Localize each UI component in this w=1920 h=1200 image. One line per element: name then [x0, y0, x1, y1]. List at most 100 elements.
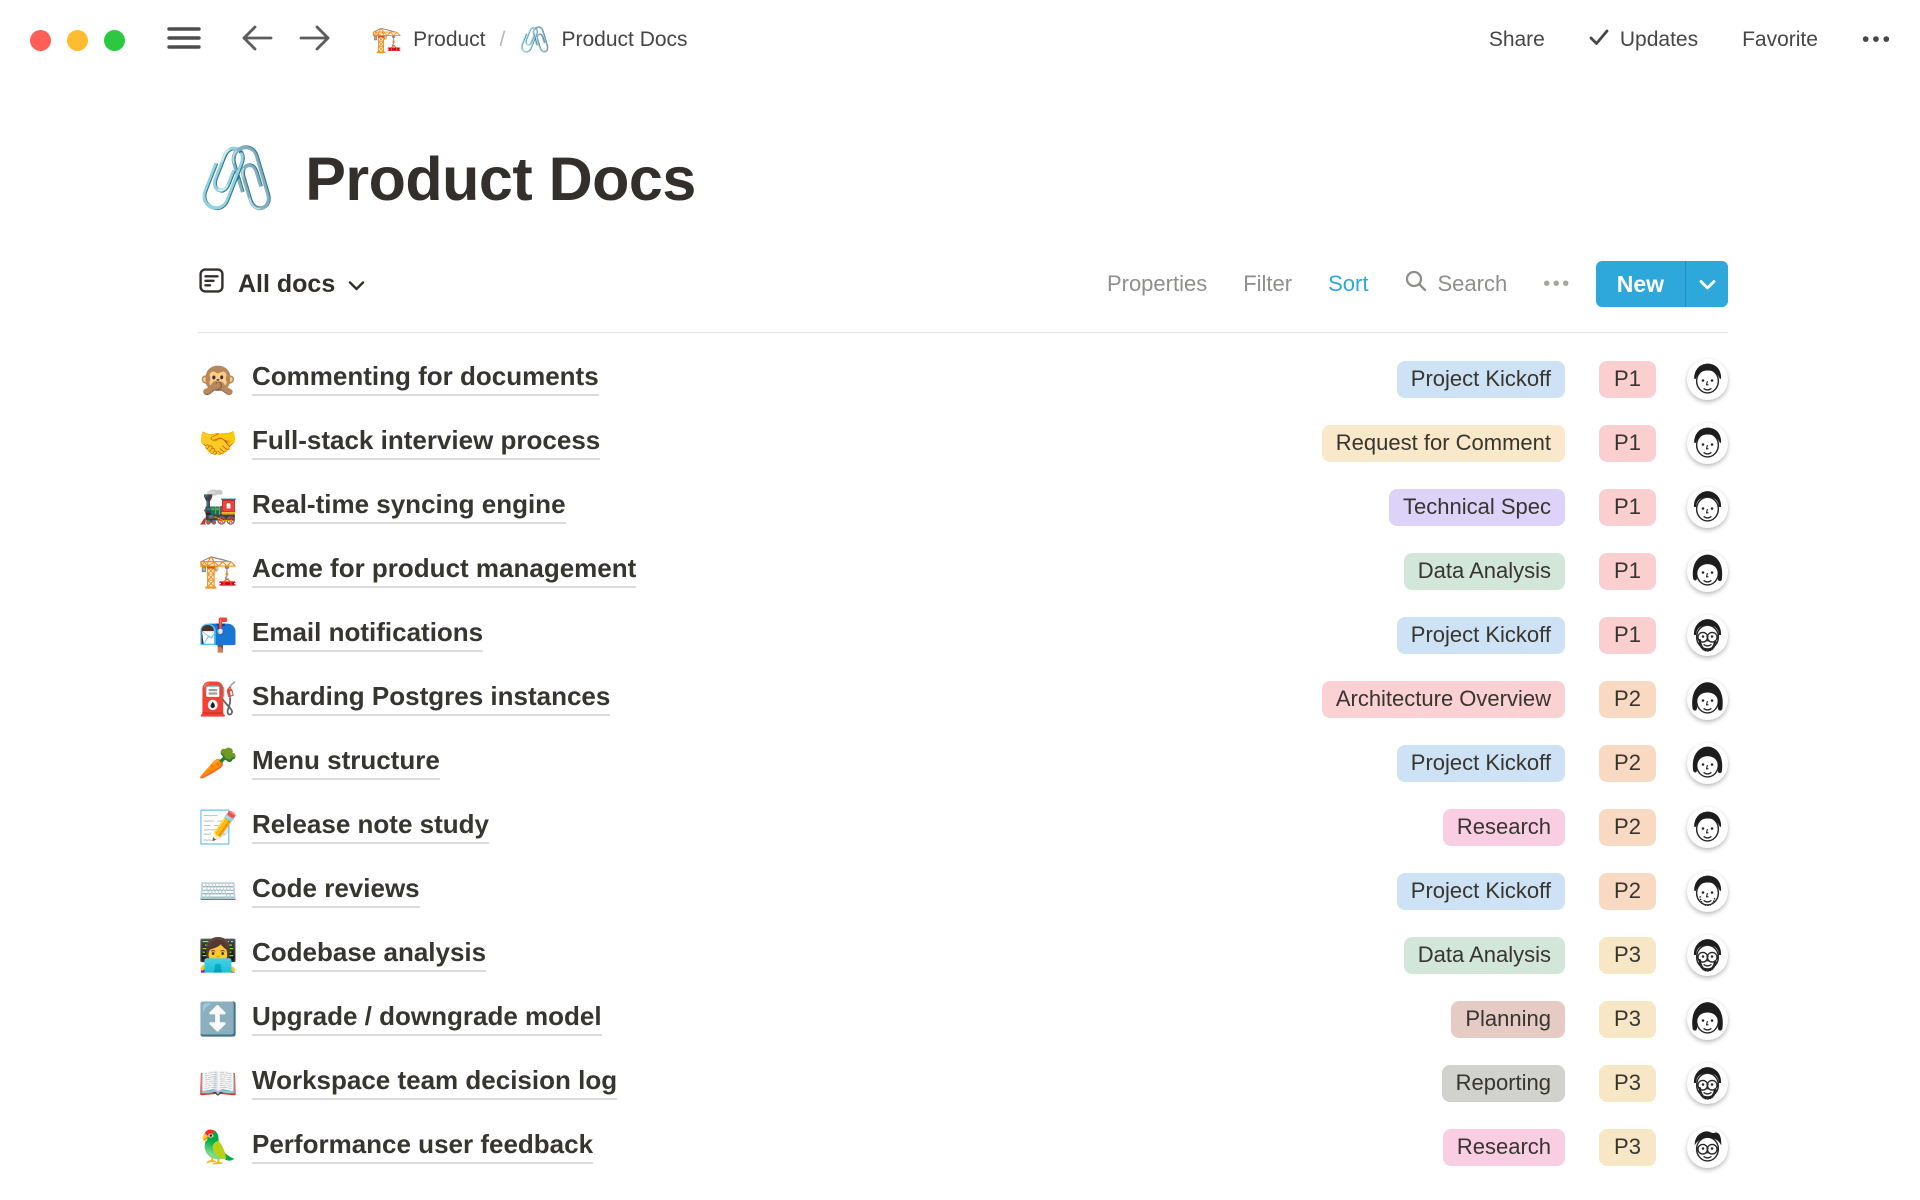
assignee-avatar-woman-side-part[interactable] — [1687, 551, 1728, 592]
doc-title-link[interactable]: Upgrade / downgrade model — [252, 1002, 602, 1037]
share-button[interactable]: Share — [1489, 28, 1545, 52]
window-more-button[interactable]: ••• — [1862, 28, 1893, 52]
properties-button[interactable]: Properties — [1107, 271, 1207, 297]
favorite-button[interactable]: Favorite — [1742, 28, 1818, 52]
assignee-avatar-man-dark-hair[interactable] — [1687, 423, 1728, 464]
doc-row[interactable]: ↕️ Upgrade / downgrade model Planning P3 — [198, 987, 1728, 1051]
back-arrow-icon — [241, 24, 273, 57]
assignee-avatar-man-glasses-quiff[interactable] — [1687, 1127, 1728, 1168]
doc-type-tag[interactable]: Research — [1443, 1129, 1565, 1166]
doc-type-tag[interactable]: Project Kickoff — [1397, 745, 1565, 782]
toolbar-more-button[interactable]: ••• — [1543, 273, 1572, 296]
doc-title-link[interactable]: Workspace team decision log — [252, 1066, 617, 1101]
doc-row[interactable]: 🤝 Full-stack interview process Request f… — [198, 411, 1728, 475]
doc-type-tag[interactable]: Request for Comment — [1322, 425, 1565, 462]
doc-row[interactable]: 🦜 Performance user feedback Research P3 — [198, 1115, 1728, 1179]
doc-row[interactable]: 📖 Workspace team decision log Reporting … — [198, 1051, 1728, 1115]
priority-badge[interactable]: P1 — [1599, 553, 1656, 590]
page-title[interactable]: Product Docs — [305, 144, 696, 214]
priority-badge[interactable]: P2 — [1599, 745, 1656, 782]
doc-row[interactable]: 🚂 Real-time syncing engine Technical Spe… — [198, 475, 1728, 539]
doc-type-tag[interactable]: Research — [1443, 809, 1565, 846]
paperclips-emoji-icon: 🖇️ — [519, 28, 550, 53]
doc-row[interactable]: ⌨️ Code reviews Project Kickoff P2 — [198, 859, 1728, 923]
doc-type-tag[interactable]: Project Kickoff — [1397, 361, 1565, 398]
breadcrumb: 🏗️ Product / 🖇️ Product Docs — [371, 28, 688, 53]
close-window-button[interactable] — [30, 30, 51, 51]
view-switcher-label: All docs — [238, 270, 335, 299]
priority-badge[interactable]: P3 — [1599, 1065, 1656, 1102]
doc-title-link[interactable]: Real-time syncing engine — [252, 490, 566, 525]
new-dropdown-button[interactable] — [1686, 261, 1728, 307]
assignee-avatar-woman-bob[interactable] — [1687, 679, 1728, 720]
doc-type-tag[interactable]: Architecture Overview — [1322, 681, 1565, 718]
priority-badge[interactable]: P3 — [1599, 1001, 1656, 1038]
assignee-avatar-man-stubble[interactable] — [1687, 871, 1728, 912]
priority-badge[interactable]: P1 — [1599, 425, 1656, 462]
doc-type-tag[interactable]: Reporting — [1442, 1065, 1565, 1102]
doc-emoji-icon: ⌨️ — [198, 875, 252, 907]
doc-type-tag[interactable]: Planning — [1451, 1001, 1565, 1038]
new-button[interactable]: New — [1596, 261, 1685, 307]
doc-title-link[interactable]: Email notifications — [252, 618, 483, 653]
doc-row[interactable]: 📝 Release note study Research P2 — [198, 795, 1728, 859]
crane-emoji-icon: 🏗️ — [371, 28, 402, 53]
doc-row[interactable]: 🥕 Menu structure Project Kickoff P2 — [198, 731, 1728, 795]
doc-title-link[interactable]: Menu structure — [252, 746, 440, 781]
filter-button[interactable]: Filter — [1243, 271, 1292, 297]
search-button[interactable]: Search — [1404, 269, 1507, 299]
doc-row[interactable]: ⛽ Sharding Postgres instances Architectu… — [198, 667, 1728, 731]
doc-title-link[interactable]: Sharding Postgres instances — [252, 682, 610, 717]
assignee-avatar-man-dark-hair[interactable] — [1687, 807, 1728, 848]
priority-badge[interactable]: P1 — [1599, 361, 1656, 398]
priority-badge[interactable]: P2 — [1599, 681, 1656, 718]
doc-title-link[interactable]: Code reviews — [252, 874, 420, 909]
doc-row[interactable]: 👩‍💻 Codebase analysis Data Analysis P3 — [198, 923, 1728, 987]
breadcrumb-label: Product — [413, 28, 485, 52]
doc-title-link[interactable]: Commenting for documents — [252, 362, 599, 397]
zoom-window-button[interactable] — [104, 30, 125, 51]
doc-type-tag[interactable]: Project Kickoff — [1397, 617, 1565, 654]
back-button[interactable] — [241, 24, 273, 57]
chevron-down-icon — [1699, 271, 1716, 297]
toolbar-actions: Properties Filter Sort Search ••• New — [1107, 261, 1728, 307]
doc-type-tag[interactable]: Project Kickoff — [1397, 873, 1565, 910]
doc-emoji-icon: 📬 — [198, 619, 252, 651]
priority-badge[interactable]: P2 — [1599, 809, 1656, 846]
doc-type-tag[interactable]: Data Analysis — [1404, 937, 1565, 974]
priority-badge[interactable]: P3 — [1599, 937, 1656, 974]
doc-title-link[interactable]: Acme for product management — [252, 554, 636, 589]
assignee-avatar-man-round-face[interactable] — [1687, 487, 1728, 528]
updates-button[interactable]: Updates — [1589, 28, 1698, 52]
new-split-button: New — [1596, 261, 1728, 307]
minimize-window-button[interactable] — [67, 30, 88, 51]
doc-type-tag[interactable]: Data Analysis — [1404, 553, 1565, 590]
priority-badge[interactable]: P1 — [1599, 489, 1656, 526]
assignee-avatar-woman-side-part[interactable] — [1687, 743, 1728, 784]
breadcrumb-item-product-docs[interactable]: 🖇️ Product Docs — [519, 28, 687, 53]
assignee-avatar-man-glasses-beard[interactable] — [1687, 935, 1728, 976]
doc-row[interactable]: 🏗️ Acme for product management Data Anal… — [198, 539, 1728, 603]
doc-type-tag[interactable]: Technical Spec — [1389, 489, 1565, 526]
sidebar-toggle-button[interactable] — [167, 25, 201, 56]
view-switcher-all-docs[interactable]: All docs — [198, 267, 365, 301]
doc-row[interactable]: 🙊 Commenting for documents Project Kicko… — [198, 347, 1728, 411]
priority-badge[interactable]: P3 — [1599, 1129, 1656, 1166]
sort-button[interactable]: Sort — [1328, 271, 1368, 297]
search-icon — [1404, 269, 1428, 299]
doc-title-link[interactable]: Full-stack interview process — [252, 426, 600, 461]
forward-button[interactable] — [299, 24, 331, 57]
breadcrumb-item-product[interactable]: 🏗️ Product — [371, 28, 486, 53]
page-body: 🖇️ Product Docs All docs — [0, 144, 1920, 1179]
doc-title-link[interactable]: Release note study — [252, 810, 489, 845]
priority-badge[interactable]: P2 — [1599, 873, 1656, 910]
assignee-avatar-man-glasses-beard[interactable] — [1687, 1063, 1728, 1104]
doc-title-link[interactable]: Performance user feedback — [252, 1130, 593, 1165]
assignee-avatar-man-dark-hair[interactable] — [1687, 359, 1728, 400]
doc-row[interactable]: 📬 Email notifications Project Kickoff P1 — [198, 603, 1728, 667]
assignee-avatar-man-glasses-beard[interactable] — [1687, 615, 1728, 656]
assignee-avatar-woman-bob[interactable] — [1687, 999, 1728, 1040]
priority-badge[interactable]: P1 — [1599, 617, 1656, 654]
page-emoji-icon[interactable]: 🖇️ — [198, 148, 275, 210]
doc-title-link[interactable]: Codebase analysis — [252, 938, 486, 973]
